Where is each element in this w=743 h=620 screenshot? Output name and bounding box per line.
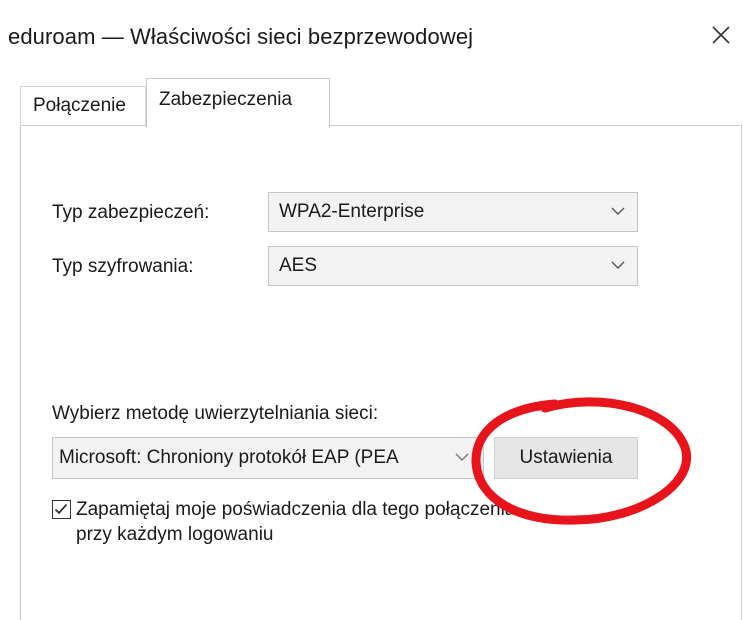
close-icon[interactable] <box>706 20 736 50</box>
auth-method-select[interactable]: Microsoft: Chroniony protokół EAP (PEA <box>52 437 484 479</box>
panel-border <box>741 125 742 620</box>
tab-security[interactable]: Zabezpieczenia <box>146 78 330 128</box>
wireless-properties-dialog: eduroam — Właściwości sieci bezprzewodow… <box>0 0 743 620</box>
security-type-select[interactable]: WPA2-Enterprise <box>268 192 638 232</box>
checkmark-icon <box>54 503 68 515</box>
settings-button[interactable]: Ustawienia <box>494 437 638 479</box>
auth-method-label: Wybierz metodę uwierzytelniania sieci: <box>52 403 379 424</box>
security-type-value: WPA2-Enterprise <box>279 201 425 222</box>
remember-credentials-checkbox[interactable] <box>52 500 71 519</box>
chevron-down-icon <box>455 453 469 461</box>
window-title: eduroam — Właściwości sieci bezprzewodow… <box>8 24 474 49</box>
encryption-type-value: AES <box>279 255 318 276</box>
security-type-label: Typ zabezpieczeń: <box>52 202 210 223</box>
chevron-down-icon <box>611 261 625 269</box>
encryption-type-label: Typ szyfrowania: <box>52 256 194 277</box>
remember-credentials-label: Zapamiętaj moje poświadczenia dla tego p… <box>76 497 636 547</box>
remember-label-line2: przy każdym logowaniu <box>76 524 274 545</box>
tab-connection[interactable]: Połączenie <box>20 86 146 126</box>
encryption-type-select[interactable]: AES <box>268 246 638 286</box>
auth-method-value: Microsoft: Chroniony protokół EAP (PEA <box>59 447 399 468</box>
remember-label-line1: Zapamiętaj moje poświadczenia dla tego p… <box>76 499 516 520</box>
chevron-down-icon <box>611 207 625 215</box>
